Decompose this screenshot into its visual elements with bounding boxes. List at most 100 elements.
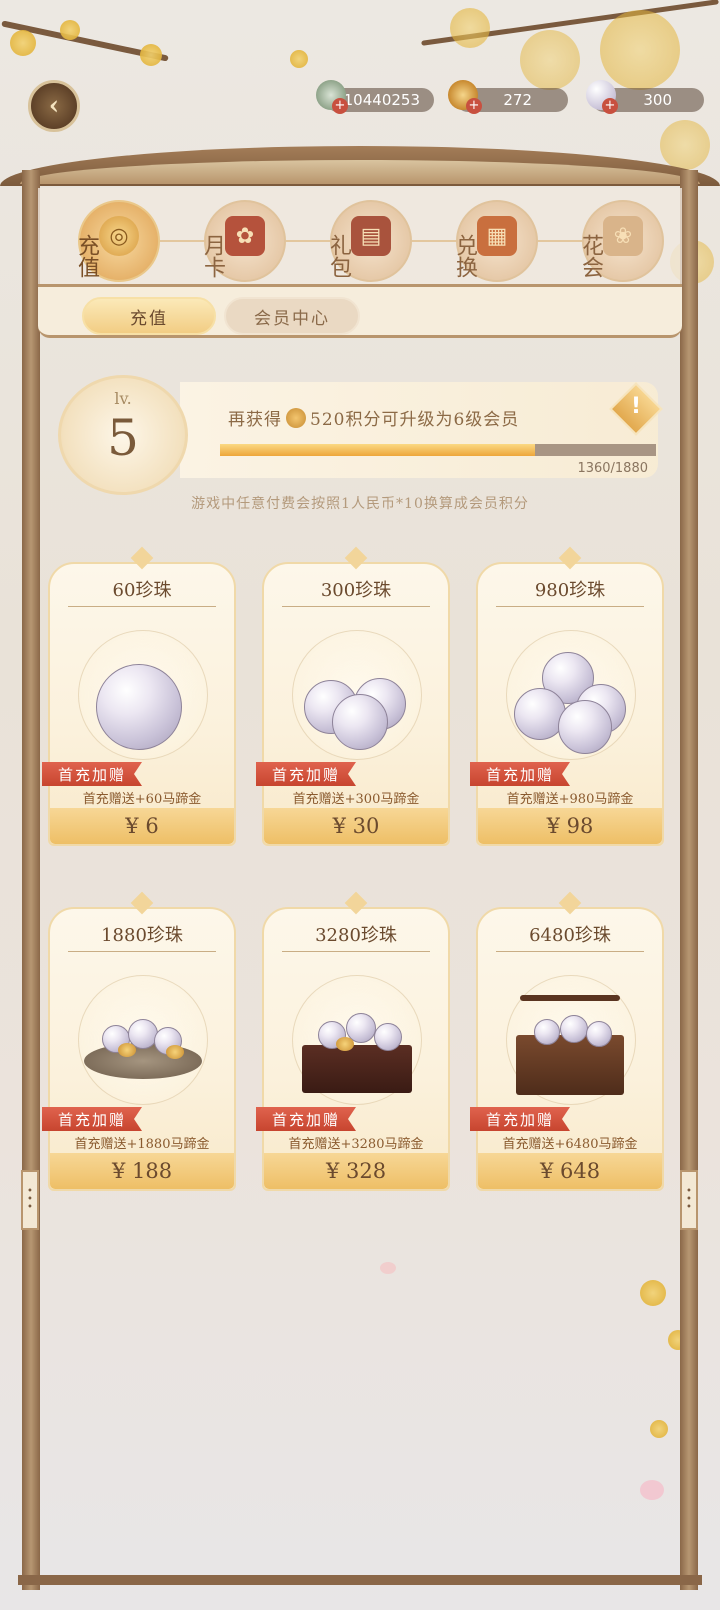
present-icon: ▦ [477,216,517,256]
tab-exchange-label: 兑换 [452,234,477,278]
product-card-1880[interactable]: 1880珍珠 首充加赠 首充赠送+1880马蹄金 ¥ 188 [42,891,236,1191]
jewelry-chest-icon [516,1035,624,1095]
pearl-icon [558,700,612,754]
blossom [600,10,680,90]
pearl-icon [96,664,182,750]
price-button[interactable]: ¥ 188 [50,1153,234,1189]
gift-box-icon: ▤ [351,216,391,256]
product-title: 1880珍珠 [101,925,183,946]
tab-gift-pack-label: 礼包 [326,234,351,278]
card-icon: ✿ [225,216,265,256]
gold-ingot-value: 272 [503,91,532,109]
first-charge-badge: 首充加赠 [470,762,570,786]
frame-pillar-left [22,170,40,1590]
vip-progress-fill [220,444,536,456]
divider [496,606,644,607]
tab-recharge[interactable]: ◎ 充值 [74,200,160,282]
first-charge-badge: 首充加赠 [42,1107,142,1131]
tab-gift-pack[interactable]: ▤ 礼包 [326,200,412,282]
first-charge-badge: 首充加赠 [470,1107,570,1131]
blossom [290,50,308,68]
pearl-icon [534,1019,560,1045]
tab-recharge-label: 充值 [74,234,99,278]
product-title: 6480珍珠 [529,925,611,946]
pearl-value: 300 [643,91,672,109]
first-charge-badge: 首充加赠 [42,762,142,786]
product-card-6480[interactable]: 6480珍珠 首充加赠 首充赠送+6480马蹄金 ¥ 648 [470,891,664,1191]
blossom [450,8,490,48]
tab-monthly-card[interactable]: ✿ 月卡 [200,200,286,282]
treasure-box-icon [302,1045,412,1093]
petal [380,1262,396,1274]
divider [282,951,430,952]
pearl-add-button[interactable]: + [602,98,618,114]
blossom [60,20,80,40]
vip-level-number: 5 [107,409,139,467]
tab-flower-fair-label: 花会 [578,234,603,278]
scroll-handle-right[interactable]: • • • [680,1170,698,1230]
scroll-icon: ❀ [603,216,643,256]
vip-upgrade-text: 再获得 520积分可升级为6级会员 [228,405,519,430]
vip-upgrade-prefix: 再获得 [228,410,282,430]
divider [68,606,216,607]
vip-level-label: lv. [114,389,132,408]
product-card-60[interactable]: 60珍珠 首充加赠 首充赠送+60马蹄金 ¥ 6 [42,546,236,846]
product-title: 3280珍珠 [315,925,397,946]
frame-base [18,1575,702,1585]
coin-icon: ◎ [99,216,139,256]
divider [68,951,216,952]
price-button[interactable]: ¥ 648 [478,1153,662,1189]
price-button[interactable]: ¥ 30 [264,808,448,844]
vip-upgrade-suffix: 520积分可升级为6级会员 [310,410,520,430]
first-charge-badge: 首充加赠 [256,762,356,786]
scroll-handle-left[interactable]: • • • [21,1170,39,1230]
chest-handle [520,995,620,1001]
vip-progress-text: 1360/1880 [577,461,648,476]
blossom [140,44,162,66]
product-card-3280[interactable]: 3280珍珠 首充加赠 首充赠送+3280马蹄金 ¥ 328 [256,891,450,1191]
back-arrow-icon: ‹ [48,91,60,121]
blossom [10,30,36,56]
product-card-980[interactable]: 980珍珠 首充加赠 首充赠送+980马蹄金 ¥ 98 [470,546,664,846]
vip-point-icon [286,407,306,428]
product-title: 60珍珠 [112,580,172,601]
jade-coin-add-button[interactable]: + [332,98,348,114]
tab-monthly-card-label: 月卡 [200,234,225,278]
pearl-icon [374,1023,402,1051]
gold-ingot-icon [166,1045,184,1059]
blossom [640,1280,666,1306]
subtab-vip-center[interactable]: 会员中心 [224,297,360,335]
first-charge-bonus: 首充赠送+300马蹄金 [292,792,420,807]
blossom [650,1420,668,1438]
tab-flower-fair[interactable]: ❀ 花会 [578,200,664,282]
gold-ingot-icon [118,1043,136,1057]
first-charge-bonus: 首充赠送+1880马蹄金 [74,1137,210,1152]
first-charge-bonus: 首充赠送+3280马蹄金 [288,1137,424,1152]
pearl-icon [586,1021,612,1047]
pearl-icon [332,694,388,750]
first-charge-bonus: 首充赠送+980马蹄金 [506,792,634,807]
gold-ingot-icon [336,1037,354,1051]
first-charge-bonus: 首充赠送+6480马蹄金 [502,1137,638,1152]
subtab-recharge[interactable]: 充值 [82,297,216,335]
back-button[interactable]: ‹ [28,80,80,132]
divider [282,606,430,607]
tab-exchange[interactable]: ▦ 兑换 [452,200,538,282]
gold-ingot-add-button[interactable]: + [466,98,482,114]
price-button[interactable]: ¥ 328 [264,1153,448,1189]
petal [640,1480,664,1500]
vip-rate-note: 游戏中任意付费会按照1人民币*10换算成会员积分 [191,496,529,512]
product-title: 300珍珠 [320,580,392,601]
exclamation-icon: ! [630,394,642,419]
product-card-300[interactable]: 300珍珠 首充加赠 首充赠送+300马蹄金 ¥ 30 [256,546,450,846]
first-charge-badge: 首充加赠 [256,1107,356,1131]
frame-pillar-right [680,170,698,1590]
product-title: 980珍珠 [534,580,606,601]
price-button[interactable]: ¥ 98 [478,808,662,844]
blossom [660,120,710,170]
price-button[interactable]: ¥ 6 [50,808,234,844]
vip-level-badge: lv. 5 [58,375,188,495]
jade-coin-value: 10440253 [343,91,420,109]
blossom [520,30,580,90]
pearl-icon [560,1015,588,1043]
